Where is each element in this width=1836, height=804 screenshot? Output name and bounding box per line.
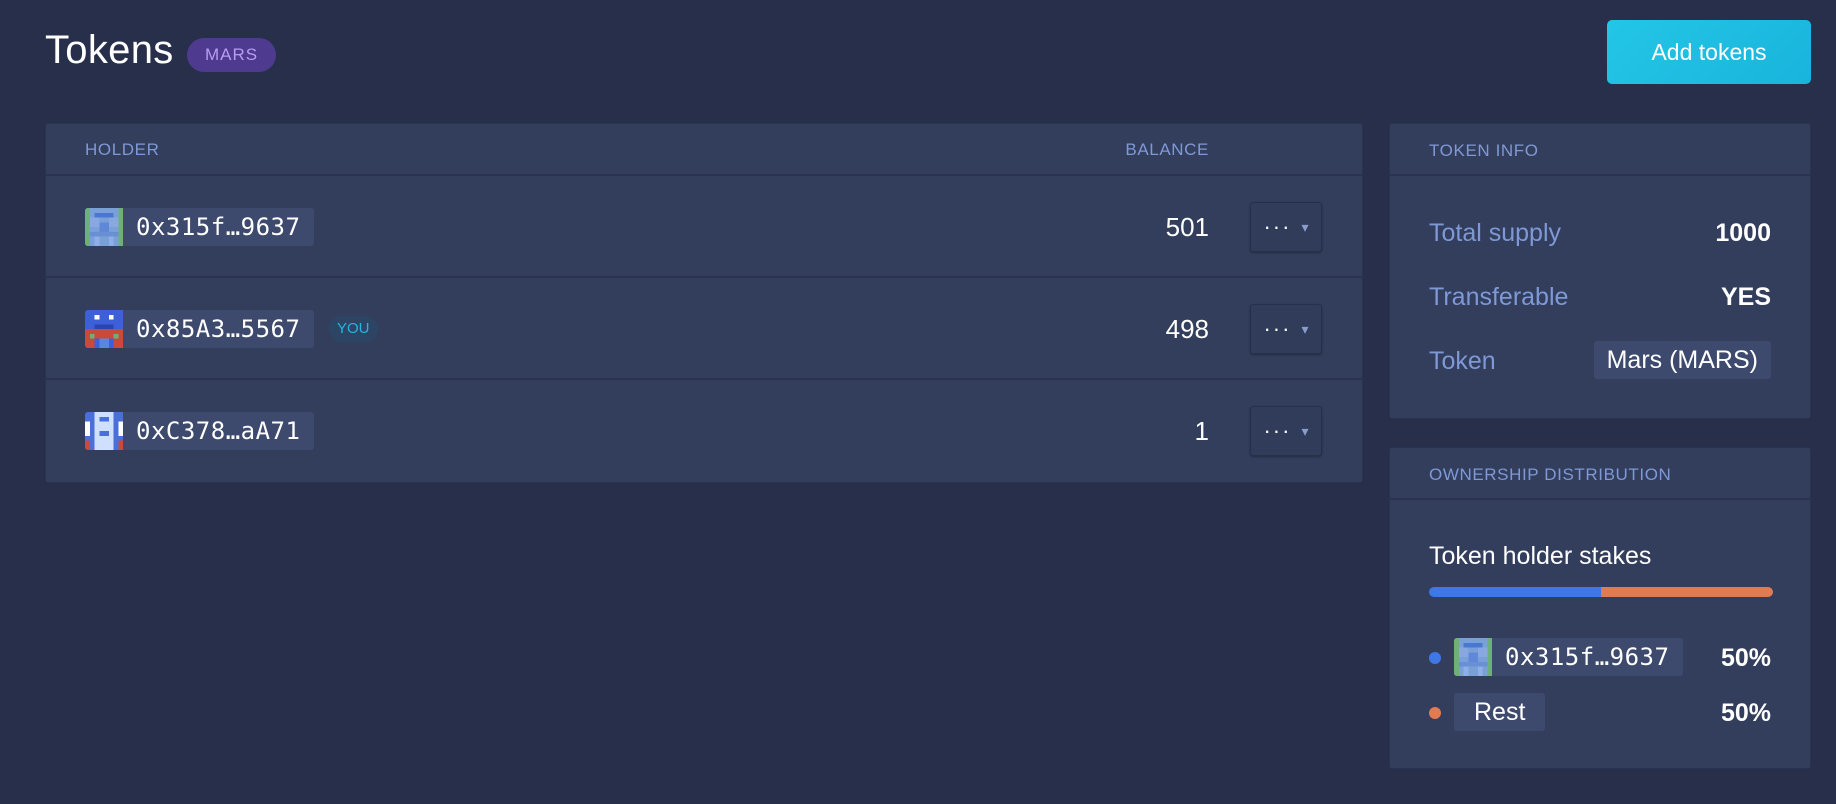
token-name-chip: Mars (MARS): [1593, 341, 1771, 379]
table-row: 0x85A3…5567 YOU 498 ··· ▾: [46, 278, 1362, 380]
holder-address: 0xC378…aA71: [136, 417, 301, 445]
info-value: YES: [1720, 283, 1771, 311]
token-symbol-badge: MARS: [187, 38, 277, 72]
table-row: 0x315f…9637 501 ··· ▾: [46, 176, 1362, 278]
ownership-title: OWNERSHIP DISTRIBUTION: [1429, 465, 1672, 484]
stakes-heading: Token holder stakes: [1429, 542, 1652, 570]
row-actions-menu[interactable]: ··· ▾: [1250, 406, 1322, 456]
info-key: Total supply: [1429, 219, 1562, 247]
info-row-token: Token Mars (MARS): [1429, 341, 1771, 381]
stake-legend-row: Rest 50%: [1429, 693, 1771, 733]
stake-percent: 50%: [1720, 699, 1771, 727]
info-key: Transferable: [1429, 283, 1569, 311]
row-actions-menu[interactable]: ··· ▾: [1250, 304, 1322, 354]
token-info-panel: TOKEN INFO Total supply 1000 Transferabl…: [1389, 123, 1811, 419]
chevron-down-icon: ▾: [1301, 320, 1309, 337]
info-value: 1000: [1715, 219, 1771, 247]
identicon-avatar: [85, 310, 123, 348]
table-header: HOLDER BALANCE: [46, 124, 1362, 176]
holder-address-chip[interactable]: 0x85A3…5567: [85, 310, 315, 348]
page-title: Tokens: [45, 28, 174, 72]
identicon-avatar: [1454, 638, 1492, 676]
chevron-down-icon: ▾: [1301, 422, 1309, 439]
holder-address: 0x315f…9637: [1505, 643, 1670, 671]
holder-balance: 1: [1194, 416, 1209, 446]
chevron-down-icon: ▾: [1301, 218, 1309, 235]
column-header-balance: BALANCE: [1125, 140, 1209, 159]
holder-address: 0x315f…9637: [136, 213, 301, 241]
rest-chip: Rest: [1454, 693, 1546, 731]
token-info-title: TOKEN INFO: [1429, 141, 1539, 160]
holder-address-chip[interactable]: 0x315f…9637: [1454, 638, 1684, 676]
row-actions-menu[interactable]: ··· ▾: [1250, 202, 1322, 252]
page-header: Tokens MARS Add tokens: [45, 20, 1811, 84]
holder-address-chip[interactable]: 0xC378…aA71: [85, 412, 315, 450]
holders-table: HOLDER BALANCE 0x315f…9637 501 ··· ▾ 0x8…: [45, 123, 1363, 483]
holder-balance: 498: [1165, 314, 1209, 344]
legend-dot: [1429, 652, 1441, 664]
holder-balance: 501: [1165, 212, 1209, 242]
info-row-total-supply: Total supply 1000: [1429, 213, 1771, 253]
identicon-avatar: [85, 208, 123, 246]
stakes-bar: [1429, 587, 1773, 597]
you-badge: YOU: [329, 316, 378, 342]
stake-legend-row: 0x315f…9637 50%: [1429, 638, 1771, 678]
identicon-avatar: [85, 412, 123, 450]
tokens-page: Tokens MARS Add tokens HOLDER BALANCE 0x…: [0, 0, 1836, 804]
info-row-transferable: Transferable YES: [1429, 277, 1771, 317]
stake-segment-rest: [1601, 587, 1773, 597]
ellipsis-icon: ···: [1263, 214, 1292, 239]
holder-address-chip[interactable]: 0x315f…9637: [85, 208, 315, 246]
add-tokens-button[interactable]: Add tokens: [1607, 20, 1811, 84]
table-row: 0xC378…aA71 1 ··· ▾: [46, 380, 1362, 482]
column-header-holder: HOLDER: [85, 140, 160, 159]
ownership-distribution-panel: OWNERSHIP DISTRIBUTION Token holder stak…: [1389, 447, 1811, 769]
token-info-header: TOKEN INFO: [1390, 124, 1810, 176]
stake-percent: 50%: [1720, 644, 1771, 672]
legend-dot: [1429, 707, 1441, 719]
ellipsis-icon: ···: [1263, 316, 1292, 341]
ownership-header: OWNERSHIP DISTRIBUTION: [1390, 448, 1810, 500]
stake-segment-holder: [1429, 587, 1601, 597]
holder-address: 0x85A3…5567: [136, 315, 301, 343]
info-key: Token: [1429, 347, 1496, 375]
ellipsis-icon: ···: [1263, 418, 1292, 443]
